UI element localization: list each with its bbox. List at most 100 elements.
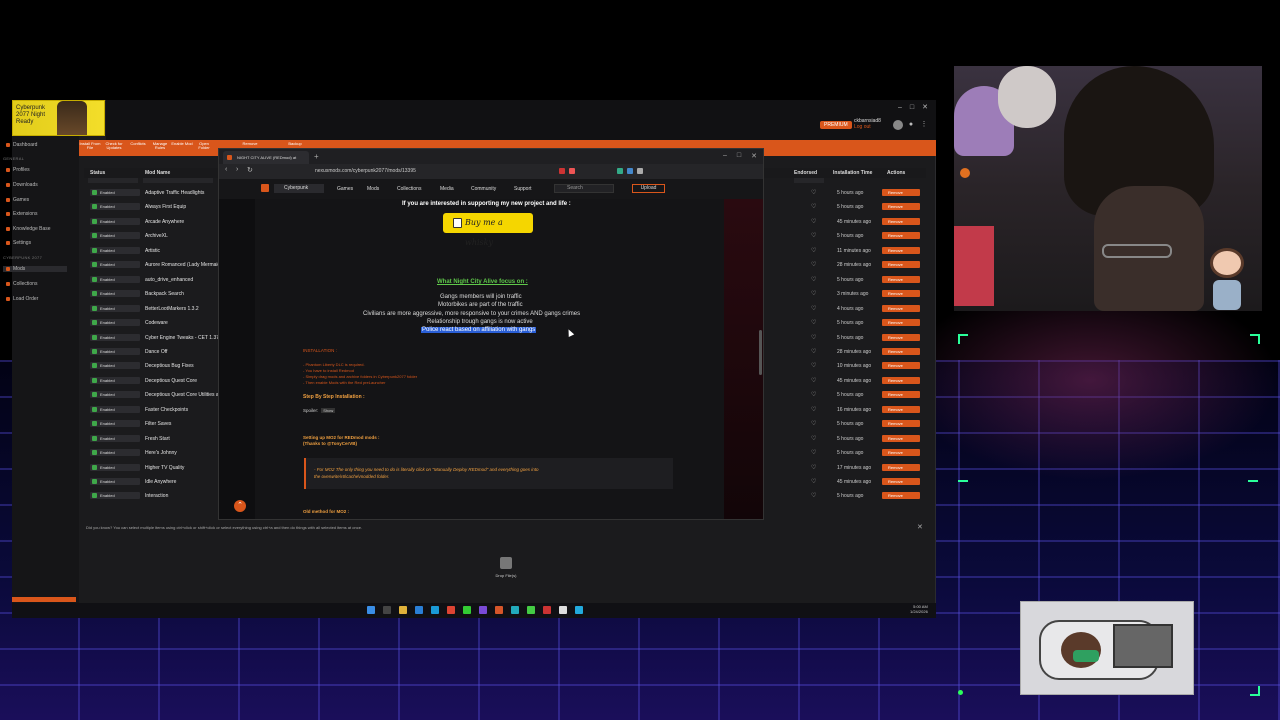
nexus-menu-mods[interactable]: Mods [367, 186, 379, 192]
extension-icon[interactable] [559, 168, 565, 174]
remove-button[interactable]: Remove [882, 420, 920, 428]
remove-button[interactable]: Remove [882, 333, 920, 341]
sidebar-item-load-order[interactable]: Load Order [6, 296, 38, 302]
remove-button[interactable]: Remove [882, 203, 920, 211]
remove-button[interactable]: Remove [882, 492, 920, 500]
remove-button[interactable]: Remove [882, 290, 920, 298]
remove-button[interactable]: Remove [882, 449, 920, 457]
column-mod-name[interactable]: Mod Name [145, 170, 170, 176]
endorse-icon[interactable]: ♡ [811, 449, 816, 456]
remove-button[interactable]: Remove [882, 347, 920, 355]
new-tab-icon[interactable]: + [314, 152, 319, 161]
remove-button[interactable]: Remove [882, 189, 920, 196]
app-icon[interactable] [447, 606, 455, 614]
app-icon[interactable] [527, 606, 535, 614]
remove-button[interactable]: Remove [882, 434, 920, 442]
nexus-upload-button[interactable]: Upload [632, 184, 665, 193]
tip-close-icon[interactable]: ✕ [917, 523, 923, 531]
status-toggle[interactable]: Enabled [90, 203, 140, 211]
sidebar-item-games[interactable]: Games [6, 197, 29, 203]
search-icon[interactable] [383, 606, 391, 614]
remove-button[interactable]: Remove [882, 261, 920, 269]
remove-button[interactable]: Remove [882, 463, 920, 471]
status-toggle[interactable]: Enabled [90, 463, 140, 471]
spoiler-show-button[interactable]: Show [321, 408, 336, 413]
sidebar-item-collections[interactable]: Collections [6, 281, 37, 287]
remove-button[interactable]: Remove [882, 217, 920, 225]
mod-name-filter[interactable] [143, 178, 213, 183]
endorse-icon[interactable]: ♡ [811, 203, 816, 210]
nexus-search-input[interactable]: Search [554, 184, 614, 193]
endorse-icon[interactable]: ♡ [811, 391, 816, 398]
status-toggle[interactable]: Enabled [90, 420, 140, 428]
status-toggle[interactable]: Enabled [90, 246, 140, 254]
column-install-time[interactable]: Installation Time [833, 170, 872, 176]
endorse-icon[interactable]: ♡ [811, 362, 816, 369]
toolbar-updates-button[interactable]: Check for Updates [103, 142, 125, 150]
nexus-menu-collections[interactable]: Collections [397, 186, 421, 192]
status-toggle[interactable]: Enabled [90, 391, 140, 399]
endorse-icon[interactable]: ♡ [811, 420, 816, 427]
status-toggle[interactable]: Enabled [90, 478, 140, 485]
back-icon[interactable]: ‹ [225, 166, 227, 173]
endorse-icon[interactable]: ♡ [811, 305, 816, 312]
user-block[interactable]: ckbarnsiad8 Log out [854, 118, 881, 130]
extension-icon[interactable] [637, 168, 643, 174]
edge-icon[interactable] [431, 606, 439, 614]
toolbar-enable-button[interactable]: Enable Mod [171, 142, 193, 146]
app-icon[interactable] [575, 606, 583, 614]
sidebar-item-profiles[interactable]: Profiles [6, 167, 30, 173]
endorse-icon[interactable]: ♡ [811, 218, 816, 225]
minimize-icon[interactable]: – [896, 104, 904, 112]
sidebar-item-dashboard[interactable]: Dashboard [6, 142, 37, 148]
sidebar-item-mods[interactable]: Mods [3, 266, 67, 272]
extension-icon[interactable] [617, 168, 623, 174]
remove-button[interactable]: Remove [882, 275, 920, 283]
drop-zone[interactable]: Drop File(s) [490, 557, 522, 578]
remove-button[interactable]: Remove [882, 232, 920, 240]
sidebar-item-extensions[interactable]: Extensions [6, 211, 37, 217]
status-toggle[interactable]: Enabled [90, 304, 140, 312]
endorse-icon[interactable]: ♡ [811, 334, 816, 341]
notification-icon[interactable]: ● [907, 121, 915, 129]
app-icon[interactable] [511, 606, 519, 614]
endorse-icon[interactable]: ♡ [811, 290, 816, 297]
sidebar-item-knowledge-base[interactable]: Knowledge Base [6, 226, 51, 232]
endorse-icon[interactable]: ♡ [811, 247, 816, 254]
status-filter[interactable] [88, 178, 138, 183]
endorse-icon[interactable]: ♡ [811, 348, 816, 355]
status-toggle[interactable]: Enabled [90, 275, 140, 283]
browser-maximize-icon[interactable]: □ [737, 152, 741, 160]
user-avatar[interactable] [893, 120, 903, 130]
endorse-icon[interactable]: ♡ [811, 464, 816, 471]
file-explorer-icon[interactable] [399, 606, 407, 614]
endorse-icon[interactable]: ♡ [811, 189, 816, 196]
endorse-icon[interactable]: ♡ [811, 261, 816, 268]
status-toggle[interactable]: Enabled [90, 189, 140, 196]
column-status[interactable]: Status [90, 170, 105, 176]
remove-button[interactable]: Remove [882, 246, 920, 254]
remove-button[interactable]: Remove [882, 405, 920, 413]
endorse-icon[interactable]: ♡ [811, 232, 816, 239]
browser-tab[interactable]: NIGHT CITY ALIVE (REDmod) at [223, 151, 309, 164]
status-toggle[interactable]: Enabled [90, 405, 140, 413]
vortex-taskbar-icon[interactable] [495, 606, 503, 614]
focus-title[interactable]: What Night City Alive focus on : [437, 279, 528, 285]
nexus-menu-support[interactable]: Support [514, 186, 532, 192]
endorse-icon[interactable]: ♡ [811, 319, 816, 326]
endorse-icon[interactable]: ♡ [811, 478, 816, 485]
premium-badge[interactable]: PREMIUM [820, 121, 852, 129]
start-icon[interactable] [367, 606, 375, 614]
toolbar-install-button[interactable]: Install From File [79, 142, 101, 150]
toolbar-remove-button[interactable]: Remove [239, 142, 261, 146]
app-icon[interactable] [559, 606, 567, 614]
remove-button[interactable]: Remove [882, 478, 920, 485]
sidebar-item-settings[interactable]: Settings [6, 240, 31, 246]
browser-close-icon[interactable]: ✕ [751, 152, 757, 160]
taskbar-clock[interactable]: 5:00 AM 1/24/2026 [910, 604, 928, 614]
toolbar-backup-button[interactable]: Backup [284, 142, 306, 146]
toolbar-conflicts-button[interactable]: Conflicts [127, 142, 149, 146]
nexus-menu-games[interactable]: Games [337, 186, 353, 192]
discord-icon[interactable] [479, 606, 487, 614]
remove-button[interactable]: Remove [882, 304, 920, 312]
